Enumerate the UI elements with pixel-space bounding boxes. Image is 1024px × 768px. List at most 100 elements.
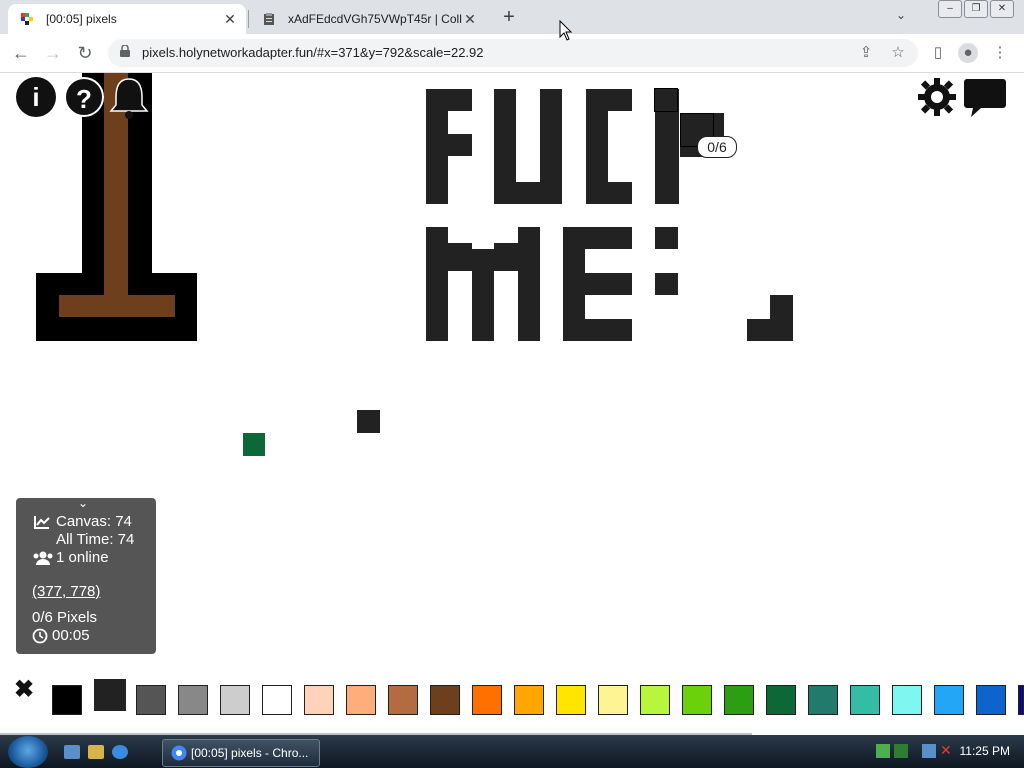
canvas-pixel-block (586, 182, 632, 204)
close-palette-icon[interactable]: ✖ (14, 675, 34, 704)
info-icon[interactable]: i (16, 77, 56, 117)
pixel-canvas-page[interactable]: 0/6 i ? ⌄ Canvas: 74 All Time: 74 1 onli… (0, 73, 1024, 735)
pixels-favicon-icon (21, 13, 33, 25)
color-swatch[interactable] (724, 685, 754, 715)
chat-bubble-icon[interactable] (963, 77, 1007, 119)
clock-icon (32, 628, 48, 644)
reload-icon[interactable]: ↻ (74, 42, 96, 64)
settings-gear-icon[interactable] (917, 77, 957, 117)
internet-explorer-icon[interactable] (112, 745, 128, 759)
pixel-hover-cursor (654, 88, 678, 112)
canvas-pixel-block (472, 249, 494, 341)
color-swatch[interactable] (388, 685, 418, 715)
restore-icon[interactable]: ❐ (964, 0, 988, 18)
taskbar-clock: 11:25 PM (959, 744, 1010, 758)
tab-pixels[interactable]: [00:05] pixels ✕ (8, 4, 246, 34)
color-swatch[interactable] (94, 679, 126, 711)
canvas-pixel-block (59, 295, 175, 317)
all-time-count: All Time: 74 (56, 531, 135, 548)
coordinates-link[interactable]: (377, 778) (32, 583, 100, 600)
canvas-pixel-block (747, 319, 793, 341)
canvas-pixel-block (563, 273, 632, 295)
side-panel-icon[interactable]: ▯ (928, 43, 948, 63)
canvas-pixel-block (518, 227, 540, 341)
windows-taskbar: [00:05] pixels - Chro... ✕ 11:25 PM (0, 735, 1024, 768)
color-swatch[interactable] (934, 685, 964, 715)
start-button-icon[interactable] (8, 736, 48, 768)
tab-search-chevron-icon[interactable]: ⌄ (896, 8, 906, 22)
color-swatch[interactable] (430, 685, 460, 715)
tray-display-icon[interactable] (922, 744, 936, 758)
online-count: 1 online (56, 549, 109, 566)
color-swatch[interactable] (766, 685, 796, 715)
close-tab-icon[interactable]: ✕ (222, 11, 238, 28)
url-text: pixels.holynetworkadapter.fun/#x=371&y=7… (142, 45, 484, 60)
pixels-available: 0/6 Pixels (32, 609, 98, 626)
cooldown-timer: 00:05 (52, 627, 90, 644)
chrome-icon (171, 745, 187, 761)
help-question-icon[interactable]: ? (64, 77, 104, 117)
color-swatch[interactable] (892, 685, 922, 715)
color-swatch[interactable] (1018, 685, 1024, 715)
color-swatch[interactable] (304, 685, 334, 715)
share-icon[interactable]: ⇪ (856, 43, 876, 63)
color-swatch[interactable] (262, 685, 292, 715)
explorer-icon[interactable] (88, 745, 104, 759)
color-swatch[interactable] (178, 685, 208, 715)
color-swatch[interactable] (514, 685, 544, 715)
forward-arrow-icon[interactable]: → (42, 42, 64, 64)
color-swatch[interactable] (346, 685, 376, 715)
color-swatch[interactable] (472, 685, 502, 715)
tab-separator (248, 10, 249, 28)
chart-line-icon (34, 516, 50, 529)
tab-strip: [00:05] pixels ✕ xAdFEdcdVGh75VWpT45r | … (0, 0, 1024, 34)
tab-collab[interactable]: xAdFEdcdVGh75VWpT45r | Colla ✕ (250, 4, 486, 34)
minimize-icon[interactable]: – (938, 0, 962, 18)
tray-volume-muted-icon[interactable]: ✕ (940, 742, 952, 759)
color-swatch[interactable] (52, 685, 82, 715)
bookmark-star-icon[interactable]: ☆ (888, 43, 908, 63)
canvas-pixel-block (655, 273, 678, 295)
canvas-pixel-block (494, 243, 518, 271)
collapse-chevron-icon[interactable]: ⌄ (78, 496, 88, 510)
notification-bell-icon[interactable] (108, 75, 150, 121)
stats-panel: ⌄ Canvas: 74 All Time: 74 1 online (377,… (16, 496, 156, 654)
color-palette: ✖ (0, 673, 1024, 723)
tab-title: xAdFEdcdVGh75VWpT45r | Colla (288, 12, 462, 26)
back-arrow-icon[interactable]: ← (10, 42, 32, 64)
canvas-pixel-block (655, 227, 678, 249)
tab-title: [00:05] pixels (46, 12, 117, 26)
color-swatch[interactable] (556, 685, 586, 715)
address-bar[interactable]: pixels.holynetworkadapter.fun/#x=371&y=7… (108, 39, 918, 67)
tray-security-icon[interactable] (894, 744, 908, 758)
canvas-pixel-block (426, 227, 448, 341)
color-swatch[interactable] (220, 685, 250, 715)
taskbar-chrome-window[interactable]: [00:05] pixels - Chro... (162, 739, 320, 767)
canvas-pixel-block (104, 268, 128, 295)
close-tab-icon[interactable]: ✕ (462, 11, 478, 28)
show-desktop-icon[interactable] (64, 745, 80, 759)
tray-network-icon[interactable] (876, 744, 890, 758)
color-swatch[interactable] (976, 685, 1006, 715)
close-window-icon[interactable]: ✕ (990, 0, 1014, 18)
menu-kebab-icon[interactable]: ⋮ (990, 43, 1010, 63)
profile-avatar-icon[interactable]: ● (958, 43, 978, 63)
window-controls: – ❐ ✕ (938, 0, 1014, 18)
browser-toolbar: ← → ↻ pixels.holynetworkadapter.fun/#x=3… (0, 34, 1024, 73)
color-swatch[interactable] (598, 685, 628, 715)
canvas-pixel (357, 410, 380, 433)
canvas-pixel-block (494, 182, 562, 204)
color-swatch[interactable] (808, 685, 838, 715)
canvas-pixel-block (426, 134, 472, 156)
color-swatch[interactable] (640, 685, 670, 715)
mouse-pointer-icon (559, 20, 573, 41)
color-swatch[interactable] (136, 685, 166, 715)
lock-icon (120, 45, 130, 57)
color-swatch[interactable] (682, 685, 712, 715)
clipboard-favicon-icon (264, 13, 274, 25)
canvas-pixel (243, 433, 265, 456)
new-tab-icon[interactable]: + (498, 6, 520, 29)
cursor-pixel-count: 0/6 (697, 136, 737, 158)
color-swatch[interactable] (850, 685, 880, 715)
canvas-pixel-block (563, 319, 632, 341)
